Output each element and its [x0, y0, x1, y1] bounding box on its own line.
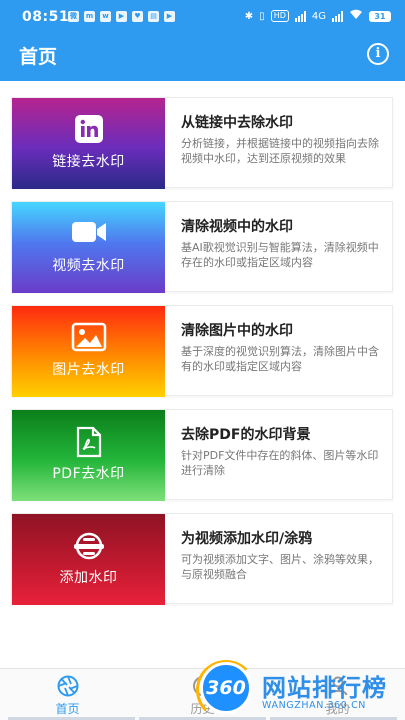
- feature-description: 针对PDF文件中存在的斜体、图片等水印进行清除: [181, 449, 379, 477]
- feature-description: 基于深度的视觉识别算法，清除图片中含有的水印或指定区域内容: [181, 345, 379, 373]
- feature-title: 清除图片中的水印: [181, 323, 293, 339]
- feature-thumbnail: PDF去水印: [12, 410, 165, 501]
- wifi-icon: [349, 9, 363, 23]
- watermark-url: WANGZHAN.360.CN: [262, 700, 367, 711]
- feature-thumbnail: 添加水印: [12, 514, 165, 605]
- notification-icon: ▶: [164, 11, 175, 22]
- feature-thumbnail-label: 添加水印: [59, 570, 118, 586]
- feature-card-link[interactable]: 链接去水印 从链接中去除水印 分析链接，并根据链接中的视频指向去除视频中水印，达…: [11, 97, 393, 189]
- feature-title: 清除视频中的水印: [181, 219, 293, 235]
- watermark-badge: 360: [200, 662, 252, 714]
- site-watermark: 360 网站排行榜 WANGZHAN.360.CN: [196, 660, 405, 720]
- hd-badge: HD: [270, 10, 289, 22]
- pdf-file-icon: [75, 426, 103, 462]
- status-time: 08:51: [22, 9, 70, 25]
- feature-card-pdf[interactable]: PDF去水印 去除PDF的水印背景 针对PDF文件中存在的斜体、图片等水印进行清…: [11, 409, 393, 501]
- page-title: 首页: [19, 46, 58, 68]
- feature-thumbnail-label: PDF去水印: [52, 466, 125, 482]
- feature-title: 为视频添加水印/涂鸦: [181, 531, 313, 547]
- linkedin-icon: [74, 114, 104, 148]
- aperture-icon: [57, 675, 79, 701]
- notification-icon: w: [100, 11, 111, 22]
- notification-icon: 微: [68, 11, 79, 22]
- feature-description: 可为视频添加文字、图片、涂鸦等效果，与原视频融合: [181, 553, 379, 581]
- video-camera-icon: [71, 218, 107, 250]
- feature-description: 基AI歌视觉识别与智能算法，清除视频中存在的水印或指定区域内容: [181, 241, 379, 269]
- feature-thumbnail: 视频去水印: [12, 202, 165, 293]
- feature-title: 去除PDF的水印背景: [181, 427, 311, 443]
- vibrate-icon: ▯: [259, 10, 265, 22]
- feature-thumbnail-label: 视频去水印: [52, 258, 125, 274]
- status-bar: 08:51 微 m w ▶ ♥ ▤ ▶ ✱ ▯ HD 4G 31: [0, 0, 405, 32]
- app-header: 08:51 微 m w ▶ ♥ ▤ ▶ ✱ ▯ HD 4G 31 首页 i: [0, 0, 405, 81]
- feature-thumbnail: 图片去水印: [12, 306, 165, 397]
- info-circle-icon[interactable]: i: [367, 43, 389, 65]
- notification-icon: ▶: [116, 11, 127, 22]
- feature-card-video[interactable]: 视频去水印 清除视频中的水印 基AI歌视觉识别与智能算法，清除视频中存在的水印或…: [11, 201, 393, 293]
- tab-label: 首页: [55, 702, 80, 716]
- status-indicators: ✱ ▯ HD 4G 31: [245, 9, 391, 23]
- battery-icon: 31: [369, 10, 391, 22]
- notification-icon: ♥: [132, 11, 143, 22]
- network-type: 4G: [311, 10, 326, 22]
- image-icon: [71, 322, 107, 356]
- signal-icon: [332, 10, 343, 22]
- feature-card-image[interactable]: 图片去水印 清除图片中的水印 基于深度的视觉识别算法，清除图片中含有的水印或指定…: [11, 305, 393, 397]
- feature-title: 从链接中去除水印: [181, 115, 293, 131]
- notification-icon: ▤: [148, 11, 159, 22]
- notification-icon: m: [84, 11, 95, 22]
- feature-thumbnail-label: 链接去水印: [52, 154, 125, 170]
- tab-home[interactable]: 首页: [0, 669, 135, 720]
- notification-icons: 微 m w ▶ ♥ ▤ ▶: [68, 11, 175, 22]
- feature-thumbnail: 链接去水印: [12, 98, 165, 189]
- feature-card-add-watermark[interactable]: 添加水印 为视频添加水印/涂鸦 可为视频添加文字、图片、涂鸦等效果，与原视频融合: [11, 513, 393, 605]
- feature-description: 分析链接，并根据链接中的视频指向去除视频中水印，达到还原视频的效果: [181, 137, 379, 165]
- feature-thumbnail-label: 图片去水印: [52, 362, 125, 378]
- signal-icon: [294, 10, 306, 22]
- brush-ring-icon: [72, 530, 106, 566]
- bluetooth-icon: ✱: [244, 10, 254, 22]
- watermark-brand: 网站排行榜: [262, 674, 387, 702]
